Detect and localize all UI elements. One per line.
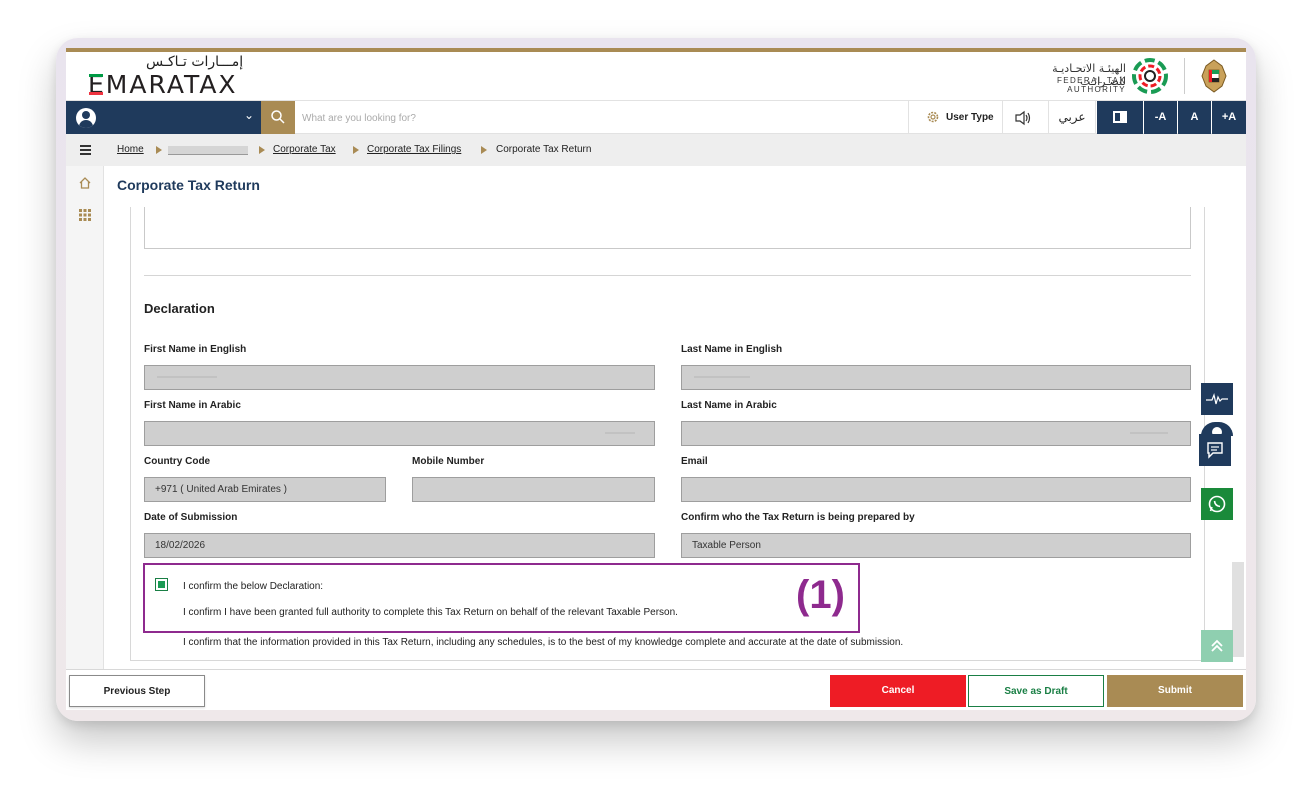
confirm-line-1: I confirm the below Declaration: <box>183 581 324 592</box>
scroll-top-button[interactable] <box>1201 630 1233 662</box>
section-divider <box>144 275 1191 276</box>
last-name-en-field[interactable] <box>681 365 1191 390</box>
font-increase-button[interactable]: +A <box>1212 101 1246 134</box>
apps-grid-icon[interactable] <box>78 208 92 222</box>
mobile-field[interactable] <box>412 477 655 502</box>
breadcrumb-redacted[interactable] <box>168 146 248 155</box>
breadcrumb-arrow-icon <box>259 146 265 154</box>
toolbar-divider <box>1095 101 1096 134</box>
mobile-label: Mobile Number <box>412 456 485 467</box>
signature-icon <box>1206 392 1228 405</box>
font-default-button[interactable]: A <box>1178 101 1211 134</box>
breadcrumb-current: Corporate Tax Return <box>496 144 592 155</box>
user-menu[interactable]: ⌄ <box>66 101 261 134</box>
breadcrumb-arrow-icon <box>481 146 487 154</box>
redacted-value <box>157 376 217 378</box>
action-footer: Previous Step Cancel Save as Draft Submi… <box>66 669 1246 710</box>
first-name-en-label: First Name in English <box>144 344 247 355</box>
page-title: Corporate Tax Return <box>117 177 260 193</box>
confirm-line-3: I confirm that the information provided … <box>183 637 904 648</box>
redacted-value <box>694 376 750 378</box>
chevron-down-icon: ⌄ <box>244 108 255 122</box>
site-header: إمـــارات تـاكـس EMARATAX الهيئـة الاتحـ… <box>66 52 1246 100</box>
header-divider <box>1184 58 1185 94</box>
last-name-ar-label: Last Name in Arabic <box>681 400 777 411</box>
logo-arabic: إمـــارات تـاكـس <box>146 54 244 70</box>
hamburger-line <box>80 153 91 155</box>
emaratax-logo[interactable]: EMARATAX <box>88 70 238 99</box>
first-name-ar-label: First Name in Arabic <box>144 400 241 411</box>
breadcrumb-corporate-tax[interactable]: Corporate Tax <box>273 144 336 155</box>
gear-icon <box>927 111 939 123</box>
contrast-toggle[interactable] <box>1097 101 1143 134</box>
submit-button[interactable]: Submit <box>1107 675 1243 707</box>
fta-logo-icon <box>1132 58 1168 94</box>
breadcrumb-arrow-icon <box>353 146 359 154</box>
whatsapp-button[interactable] <box>1201 488 1233 520</box>
previous-textarea[interactable] <box>144 207 1191 249</box>
country-code-label: Country Code <box>144 456 211 467</box>
authority-english: FEDERAL TAX AUTHORITY <box>1056 76 1126 94</box>
declaration-heading: Declaration <box>144 301 215 316</box>
user-type-label: User Type <box>946 112 994 123</box>
search-button[interactable] <box>261 101 295 134</box>
breadcrumb-home[interactable]: Home <box>117 144 144 155</box>
last-name-ar-field[interactable] <box>681 421 1191 446</box>
font-decrease-button[interactable]: -A <box>1144 101 1177 134</box>
accessibility-widget[interactable] <box>1201 383 1233 415</box>
scrollbar[interactable] <box>1232 562 1244 657</box>
cancel-button[interactable]: Cancel <box>830 675 966 707</box>
user-type-button[interactable]: User Type <box>918 101 998 134</box>
contrast-icon <box>1113 111 1127 123</box>
last-name-en-label: Last Name in English <box>681 344 783 355</box>
top-toolbar: ⌄ User Type عربي -A A +A <box>66 100 1246 134</box>
uae-emblem-icon <box>1201 59 1227 93</box>
email-field[interactable] <box>681 477 1191 502</box>
prepared-by-label: Confirm who the Tax Return is being prep… <box>681 512 915 523</box>
speaker-icon[interactable] <box>1014 110 1032 126</box>
date-label: Date of Submission <box>144 512 238 523</box>
home-icon[interactable] <box>78 176 92 190</box>
double-chevron-up-icon <box>1211 639 1223 652</box>
highlight-box <box>143 563 860 633</box>
toolbar-divider <box>1048 101 1049 134</box>
menu-toggle[interactable] <box>66 134 104 166</box>
date-field[interactable]: 18/02/2026 <box>144 533 655 558</box>
chat-icon <box>1207 442 1223 459</box>
whatsapp-icon <box>1208 495 1226 513</box>
first-name-ar-field[interactable] <box>144 421 655 446</box>
app-window: إمـــارات تـاكـس EMARATAX الهيئـة الاتحـ… <box>66 48 1246 710</box>
redacted-value <box>1130 432 1168 434</box>
logo-text: MARATAX <box>105 70 238 99</box>
breadcrumb-arrow-icon <box>156 146 162 154</box>
language-toggle[interactable]: عربي <box>1050 101 1094 134</box>
country-code-field[interactable]: +971 ( United Arab Emirates ) <box>144 477 386 502</box>
search-icon <box>271 110 285 124</box>
previous-step-button[interactable]: Previous Step <box>69 675 205 707</box>
search-input[interactable] <box>302 107 802 129</box>
confirm-checkbox[interactable] <box>155 578 168 591</box>
toolbar-divider <box>1002 101 1003 134</box>
hamburger-line <box>80 145 91 147</box>
email-label: Email <box>681 456 708 467</box>
confirm-line-2: I confirm I have been granted full autho… <box>183 607 678 618</box>
redacted-value <box>605 432 635 434</box>
chat-widget[interactable] <box>1199 434 1231 466</box>
breadcrumb: Home Corporate Tax Corporate Tax Filings… <box>104 134 1246 166</box>
prepared-by-field[interactable]: Taxable Person <box>681 533 1191 558</box>
breadcrumb-filings[interactable]: Corporate Tax Filings <box>367 144 461 155</box>
user-avatar-icon <box>76 108 96 128</box>
step-marker: (1) <box>796 573 845 617</box>
save-draft-button[interactable]: Save as Draft <box>968 675 1104 707</box>
side-rail <box>66 134 104 710</box>
first-name-en-field[interactable] <box>144 365 655 390</box>
hamburger-line <box>80 149 91 151</box>
logo-e-letter: E <box>88 70 106 99</box>
toolbar-divider <box>908 101 909 134</box>
